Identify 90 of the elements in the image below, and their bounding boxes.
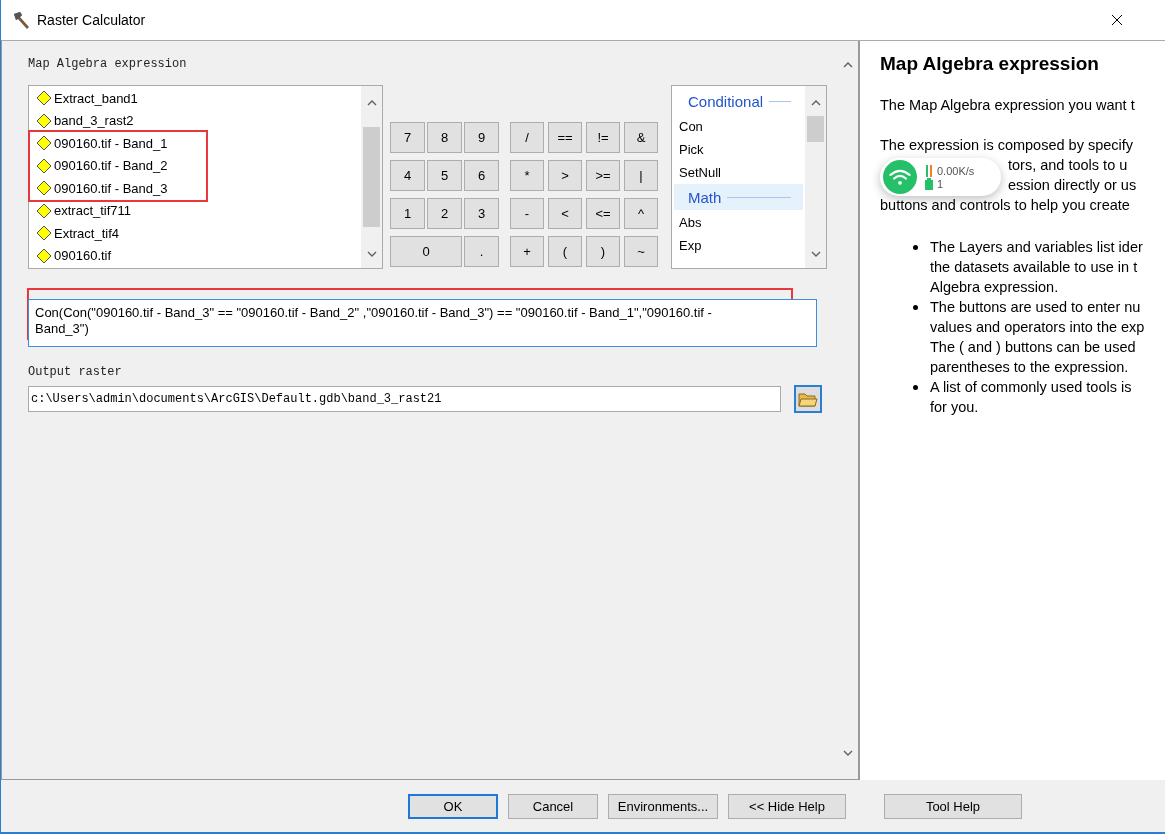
- scrollbar-thumb[interactable]: [807, 116, 824, 142]
- number-key[interactable]: 6: [464, 160, 499, 191]
- bullet-icon: [913, 385, 918, 390]
- number-key[interactable]: 7: [390, 122, 425, 153]
- close-icon[interactable]: [1111, 14, 1123, 26]
- function-item[interactable]: SetNull: [674, 161, 803, 183]
- help-text: ession directly or us: [1008, 177, 1137, 193]
- number-key[interactable]: 2: [427, 198, 462, 229]
- number-key[interactable]: 8: [427, 122, 462, 153]
- number-key[interactable]: .: [464, 236, 499, 267]
- function-item[interactable]: Exp: [674, 234, 803, 256]
- category-heading[interactable]: Conditional: [674, 88, 803, 114]
- scroll-down-icon[interactable]: [842, 750, 853, 757]
- operator-key[interactable]: ~: [624, 236, 658, 267]
- layer-icon: [36, 225, 52, 242]
- function-item[interactable]: Abs: [674, 211, 803, 233]
- layer-item[interactable]: 090160.tif - Band_1: [30, 132, 206, 155]
- hammer-icon: [11, 10, 31, 30]
- operator-key[interactable]: <=: [586, 198, 620, 229]
- layer-item[interactable]: 090160.tif - Band_3: [30, 177, 206, 200]
- operator-key[interactable]: ^: [624, 198, 658, 229]
- operator-key[interactable]: (: [548, 236, 582, 267]
- scroll-down-icon[interactable]: [366, 251, 377, 258]
- number-key[interactable]: 3: [464, 198, 499, 229]
- dialog-button[interactable]: << Hide Help: [728, 793, 846, 819]
- layer-item[interactable]: 090160.tif - Band_2: [30, 154, 206, 177]
- network-speed: 0.00K/s: [937, 164, 975, 177]
- scrollbar-thumb[interactable]: [363, 127, 380, 227]
- operator-key[interactable]: ==: [548, 122, 582, 153]
- operator-key[interactable]: >: [548, 160, 582, 191]
- operator-key[interactable]: <: [548, 198, 582, 229]
- number-key[interactable]: 0: [390, 236, 462, 267]
- function-item[interactable]: Pick: [674, 138, 803, 160]
- output-field[interactable]: c:\Users\admin\documents\ArcGIS\Default.gdb\band_3_rast21: [28, 386, 781, 412]
- layer-icon: [36, 135, 52, 152]
- operator-key[interactable]: +: [510, 236, 544, 267]
- layer-item[interactable]: Extract_tif4: [30, 222, 206, 245]
- help-title: Map Algebra expression: [880, 53, 1100, 75]
- expression-field[interactable]: Con(Con("090160.tif - Band_3" == "090160.tif - Band_2" ,"090160.tif - Band_3") == "090160.tif - Band_1","090160.tif - Band_3"): [28, 299, 817, 347]
- scroll-up-icon[interactable]: [366, 99, 377, 106]
- scrollbar[interactable]: [361, 86, 382, 268]
- operator-key[interactable]: /: [510, 122, 544, 153]
- layer-icon: [36, 247, 52, 264]
- bullet-icon: [913, 305, 918, 310]
- expression-label: Map Algebra expression: [28, 57, 188, 71]
- scrollbar[interactable]: [805, 86, 826, 268]
- help-text: The expression is composed by specify: [880, 137, 1134, 153]
- output-label: Output raster: [28, 365, 123, 379]
- dialog-button[interactable]: Environments...: [608, 793, 718, 819]
- scroll-down-icon[interactable]: [810, 251, 821, 258]
- dialog-button[interactable]: OK: [408, 793, 498, 819]
- category-heading[interactable]: Math: [674, 184, 803, 210]
- scroll-up-icon[interactable]: [842, 61, 853, 68]
- help-text: The buttons are used to enter nu values and operators into the exp The ( and ) buttons can be used parentheses to the expression.: [930, 298, 1145, 377]
- operator-key[interactable]: -: [510, 198, 544, 229]
- help-text: A list of commonly used tools is for you.: [930, 378, 1132, 417]
- layer-icon: [36, 180, 52, 197]
- number-key[interactable]: 4: [390, 160, 425, 191]
- browse-button[interactable]: [794, 385, 822, 413]
- folder-icon: [798, 390, 818, 408]
- number-key[interactable]: 5: [427, 160, 462, 191]
- help-text: tors, and tools to u: [1008, 157, 1128, 173]
- number-key[interactable]: 9: [464, 122, 499, 153]
- operator-key[interactable]: &: [624, 122, 658, 153]
- number-key[interactable]: 1: [390, 198, 425, 229]
- layer-icon: [36, 90, 52, 107]
- dialog-button[interactable]: Tool Help: [884, 793, 1022, 819]
- layer-item[interactable]: extract_tif711: [30, 199, 206, 222]
- operator-key[interactable]: *: [510, 160, 544, 191]
- battery-icon: [925, 177, 933, 190]
- scroll-up-icon[interactable]: [810, 99, 821, 106]
- transfer-icon: [925, 164, 933, 177]
- bullet-icon: [913, 245, 918, 250]
- help-text: The Map Algebra expression you want t: [880, 97, 1136, 113]
- layer-item[interactable]: band_3_rast2: [30, 109, 206, 132]
- device-count: 1: [937, 177, 944, 190]
- window-title: Raster Calculator: [37, 12, 147, 28]
- operator-key[interactable]: >=: [586, 160, 620, 191]
- layer-item[interactable]: Extract_band1: [30, 87, 206, 110]
- layer-icon: [36, 157, 52, 174]
- help-text: The Layers and variables list ider the datasets available to use in t Algebra expression.: [930, 238, 1143, 297]
- operator-key[interactable]: !=: [586, 122, 620, 153]
- layer-icon: [36, 112, 52, 129]
- layer-item[interactable]: 090160.tif: [30, 244, 206, 267]
- layer-icon: [36, 202, 52, 219]
- function-item[interactable]: Con: [674, 115, 803, 137]
- dialog-button[interactable]: Cancel: [508, 793, 598, 819]
- operator-key[interactable]: |: [624, 160, 658, 191]
- operator-key[interactable]: ): [586, 236, 620, 267]
- help-text: buttons and controls to help you create: [880, 197, 1130, 213]
